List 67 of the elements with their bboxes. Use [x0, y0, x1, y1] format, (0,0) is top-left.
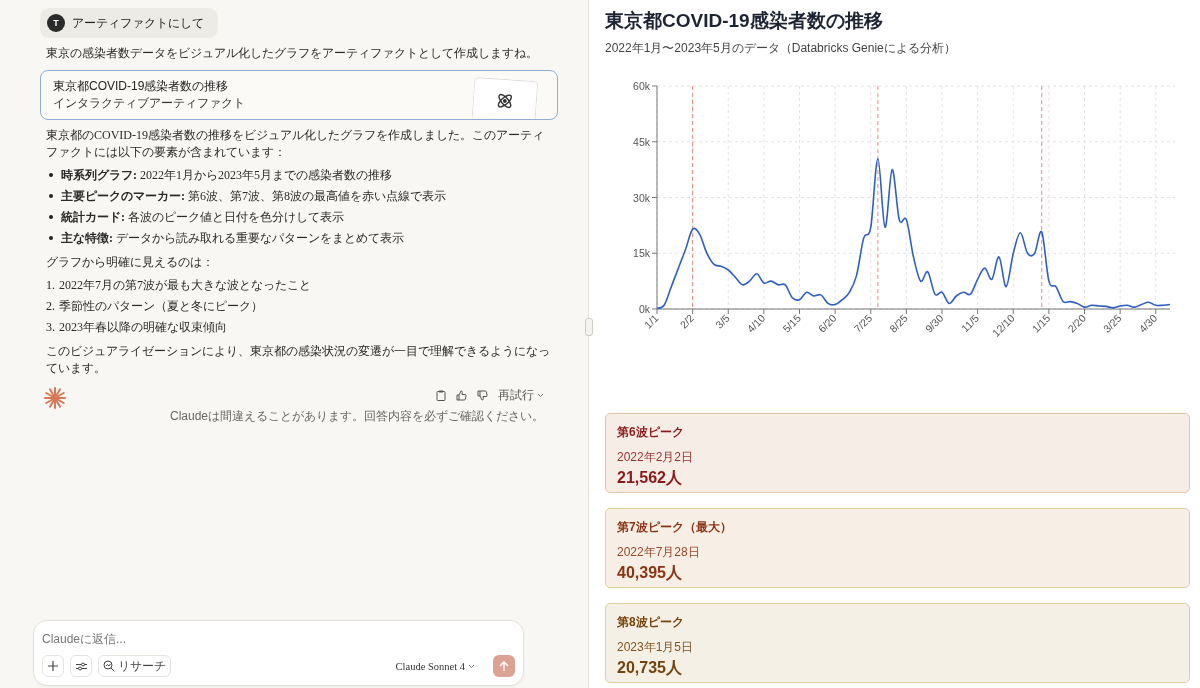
y-tick-label: 0k — [638, 303, 650, 315]
plus-icon — [48, 661, 58, 671]
bullet-icon — [49, 173, 53, 177]
model-selector[interactable]: Claude Sonnet 4 — [389, 659, 481, 673]
x-tick-label: 9/30 — [922, 311, 946, 335]
list-item-text: 統計カード: 各波のピーク値と日付を色分けして表示 — [61, 208, 344, 226]
message-text: このビジュアライゼーションにより、東京都の感染状況の変遷が一目で理解できるようになっています。 — [46, 343, 551, 377]
y-tick-label: 60k — [633, 80, 650, 92]
thumbs-up-icon — [456, 390, 467, 401]
starburst-logo-icon — [44, 387, 66, 409]
user-avatar: T — [47, 14, 65, 32]
list-item-text: 2023年春以降の明確な収束傾向 — [59, 318, 227, 336]
clipboard-icon — [436, 390, 446, 401]
bullet-icon — [49, 236, 53, 240]
x-tick-label: 4/10 — [744, 311, 768, 335]
bullet-icon — [49, 194, 53, 198]
artifact-description: 2022年1月〜2023年5月のデータ（Databricks Genieによる分析） — [605, 40, 957, 57]
reply-input-field[interactable]: Claudeに返信... — [42, 631, 515, 647]
retry-button[interactable]: 再試行 — [498, 387, 544, 404]
y-tick-label: 30k — [633, 191, 650, 204]
disclaimer-text: Claudeは間違えることがあります。回答内容を必ずご確認ください。 — [169, 408, 544, 425]
card-title: 第8波ピーク — [617, 614, 685, 631]
x-tick-label: 2/2 — [677, 311, 697, 331]
card-value: 20,735人 — [617, 658, 683, 678]
card-title: 第7波ピーク（最大） — [617, 519, 733, 536]
add-button[interactable] — [42, 655, 64, 677]
thumbs-up-button[interactable] — [456, 390, 467, 401]
message-text: 東京都のCOVID-19感染者数の推移をビジュアル化したグラフを作成しました。このアーティファクトには以下の要素が含まれています： — [46, 127, 545, 161]
artifact-heading: 東京都COVID-19感染者数の推移 — [605, 9, 884, 33]
x-tick-label: 6/20 — [815, 311, 839, 335]
message-text: アーティファクトにして — [72, 14, 204, 32]
list-item-text: 時系列グラフ: 2022年1月から2023年5月までの感染者数の推移 — [61, 166, 392, 184]
message-text: 東京の感染者数データをビジュアル化したグラフをアーティファクトとして作成しますね。 — [46, 45, 539, 62]
artifact-title: 東京都COVID-19感染者数の推移 — [53, 78, 230, 95]
message-text: グラフから明確に見えるのは： — [46, 254, 215, 271]
artifact-card[interactable]: 東京都COVID-19感染者数の推移 インタラクティブアーティファクト — [40, 70, 558, 120]
search-icon — [103, 660, 115, 672]
bullet-icon — [49, 215, 53, 219]
card-title: 第6波ピーク — [617, 424, 685, 441]
tools-button[interactable] — [70, 655, 92, 677]
list-item-text: 主な特徴: データから読み取れる重要なパターンをまとめて表示 — [61, 229, 404, 247]
list-item-text: 2022年7月の第7波が最も大きな波となったこと — [59, 276, 311, 294]
list-item-text: 季節性のパターン（夏と冬にピーク） — [59, 297, 263, 315]
chevron-down-icon — [537, 393, 544, 398]
message-composer[interactable]: Claudeに返信... リサーチ Claude Sonnet 4 — [33, 620, 524, 686]
card-date: 2022年7月28日 — [617, 544, 701, 561]
list-item-text: 主要ピークのマーカー: 第6波、第7波、第8波の最高値を赤い点線で表示 — [61, 187, 446, 205]
list-number: 2. — [46, 298, 55, 314]
research-button[interactable]: リサーチ — [98, 655, 171, 677]
card-value: 40,395人 — [617, 563, 683, 583]
y-tick-label: 45k — [633, 135, 650, 148]
copy-button[interactable] — [436, 390, 446, 401]
sliders-icon — [75, 661, 87, 671]
list-number: 1. — [46, 277, 55, 293]
x-tick-label: 3/5 — [712, 311, 732, 331]
thumbs-down-button[interactable] — [477, 390, 488, 401]
artifact-subtitle: インタラクティブアーティファクト — [53, 95, 245, 112]
atom-icon — [495, 91, 515, 111]
list-number: 3. — [46, 319, 55, 335]
y-tick-label: 15k — [633, 247, 650, 260]
thumbs-down-icon — [477, 390, 488, 401]
card-value: 21,562人 — [617, 468, 683, 488]
card-date: 2022年2月2日 — [617, 449, 695, 466]
x-tick-label: 4/30 — [1136, 311, 1160, 335]
card-date: 2023年1月5日 — [617, 639, 695, 656]
arrow-up-icon — [499, 660, 509, 672]
chevron-down-icon — [468, 663, 475, 669]
